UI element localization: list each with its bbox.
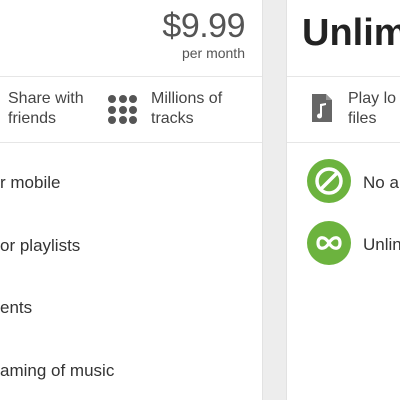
feature-no-ads: No a [363, 173, 399, 192]
feature-millions-of-tracks: Millions of tracks [151, 90, 223, 127]
feature-row-playlists: or playlists [0, 236, 81, 255]
feature-row-ents: ents [0, 298, 33, 317]
divider [0, 142, 262, 143]
grid-dots-icon [108, 95, 137, 124]
unlimited-plan-card: Unlim Play lo files No a Unlin [286, 0, 400, 400]
feature-row-mobile: r mobile [0, 173, 61, 192]
plan-title: Unlim [302, 12, 400, 54]
price-period: per month [181, 45, 245, 61]
feature-play-local-files: Play lo files [348, 90, 397, 127]
feature-share-with-friends: Share with friends [8, 90, 84, 127]
divider [287, 76, 400, 77]
plan-price: $9.99 [162, 7, 245, 45]
music-file-icon [311, 93, 333, 128]
divider [0, 76, 262, 77]
no-ads-icon [307, 159, 351, 203]
feature-row-streaming: aming of music [0, 361, 115, 380]
infinity-icon [307, 221, 351, 265]
feature-unlimited: Unlin [363, 235, 400, 254]
divider [287, 142, 400, 143]
basic-plan-card: $9.99 per month Share with friends Milli… [0, 0, 263, 400]
